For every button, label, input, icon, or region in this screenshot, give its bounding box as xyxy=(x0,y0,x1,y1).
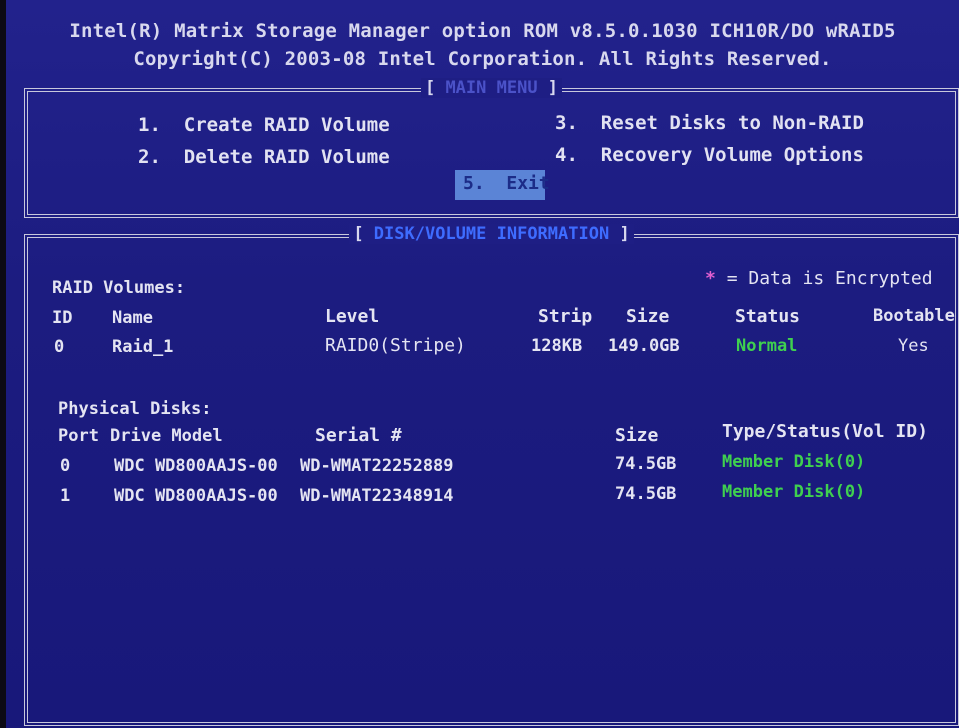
disk-size: 74.5GB xyxy=(615,454,677,474)
menu-item-recovery-options[interactable]: 4. Recovery Volume Options xyxy=(555,144,864,166)
menu-item-create-raid[interactable]: 1. Create RAID Volume xyxy=(138,114,390,136)
col-header-phys-size: Size xyxy=(615,425,659,446)
rom-version-text: Intel(R) Matrix Storage Manager option R… xyxy=(69,20,896,42)
disk-volume-info-title-text: DISK/VOLUME INFORMATION xyxy=(373,224,610,244)
main-menu-panel: [ MAIN MENU ] 1. Create RAID Volume 2. D… xyxy=(24,78,959,218)
menu-item-label: Reset Disks to Non-RAID xyxy=(600,112,864,134)
col-header-strip: Strip xyxy=(538,306,593,327)
disk-volume-info-title: [ DISK/VOLUME INFORMATION ] xyxy=(28,224,955,244)
disk-status: Member Disk(0) xyxy=(722,452,866,472)
disk-status: Member Disk(0) xyxy=(722,482,866,502)
raid-volume-id: 0 xyxy=(54,337,65,357)
main-menu-title: [ MAIN MENU ] xyxy=(28,78,955,98)
disk-port: 1 xyxy=(60,486,71,506)
menu-item-number: 5. xyxy=(463,173,485,194)
rom-header: Intel(R) Matrix Storage Manager option R… xyxy=(6,0,959,85)
col-header-serial: Serial # xyxy=(315,425,402,446)
bios-screen: Intel(R) Matrix Storage Manager option R… xyxy=(6,0,959,728)
menu-item-number: 1. xyxy=(138,114,161,136)
col-header-id: ID xyxy=(52,308,73,328)
raid-volume-bootable: Yes xyxy=(898,336,929,356)
raid-volume-size: 149.0GB xyxy=(608,336,680,356)
menu-item-number: 2. xyxy=(138,146,161,168)
col-header-status: Status xyxy=(735,306,801,327)
menu-item-label: Create RAID Volume xyxy=(183,114,390,136)
encrypted-legend-text: = Data is Encrypted xyxy=(726,268,933,289)
disk-size: 74.5GB xyxy=(615,484,677,504)
menu-item-label: Exit xyxy=(506,173,550,194)
disk-model: WDC WD800AAJS-00 xyxy=(114,456,278,476)
menu-item-number: 4. xyxy=(555,144,578,166)
physical-disks-heading: Physical Disks: xyxy=(58,399,212,419)
col-header-bootable: Bootable xyxy=(873,306,955,326)
disk-volume-info-panel: [ DISK/VOLUME INFORMATION ] * = Data is … xyxy=(24,224,959,726)
encrypted-legend: * = Data is Encrypted xyxy=(705,268,933,289)
main-menu-title-text: MAIN MENU xyxy=(445,78,538,98)
menu-item-reset-disks[interactable]: 3. Reset Disks to Non-RAID xyxy=(555,112,864,134)
raid-volume-status: Normal xyxy=(736,336,798,356)
raid-volume-level: RAID0(Stripe) xyxy=(325,335,466,356)
disk-model: WDC WD800AAJS-00 xyxy=(114,486,278,506)
col-header-level: Level xyxy=(325,306,380,327)
col-header-size: Size xyxy=(626,306,670,327)
menu-item-number: 3. xyxy=(555,112,578,134)
menu-item-exit[interactable]: 5. Exit xyxy=(455,170,550,200)
col-header-type-status: Type/Status(Vol ID) xyxy=(722,421,928,442)
disk-serial: WD-WMAT22348914 xyxy=(300,486,454,506)
col-header-name: Name xyxy=(112,308,153,328)
raid-volumes-heading: RAID Volumes: xyxy=(52,278,186,298)
menu-item-label: Delete RAID Volume xyxy=(183,146,390,168)
encrypted-marker: * xyxy=(705,268,716,289)
raid-volume-strip: 128KB xyxy=(531,336,583,356)
menu-item-label: Recovery Volume Options xyxy=(600,144,864,166)
disk-serial: WD-WMAT22252889 xyxy=(300,456,454,476)
disk-port: 0 xyxy=(60,456,71,476)
menu-item-delete-raid[interactable]: 2. Delete RAID Volume xyxy=(138,146,390,168)
col-header-port: Port xyxy=(58,426,99,446)
col-header-drive-model: Drive Model xyxy=(110,426,223,446)
copyright-text: Copyright(C) 2003-08 Intel Corporation. … xyxy=(133,48,832,70)
raid-volume-name: Raid_1 xyxy=(112,337,174,357)
